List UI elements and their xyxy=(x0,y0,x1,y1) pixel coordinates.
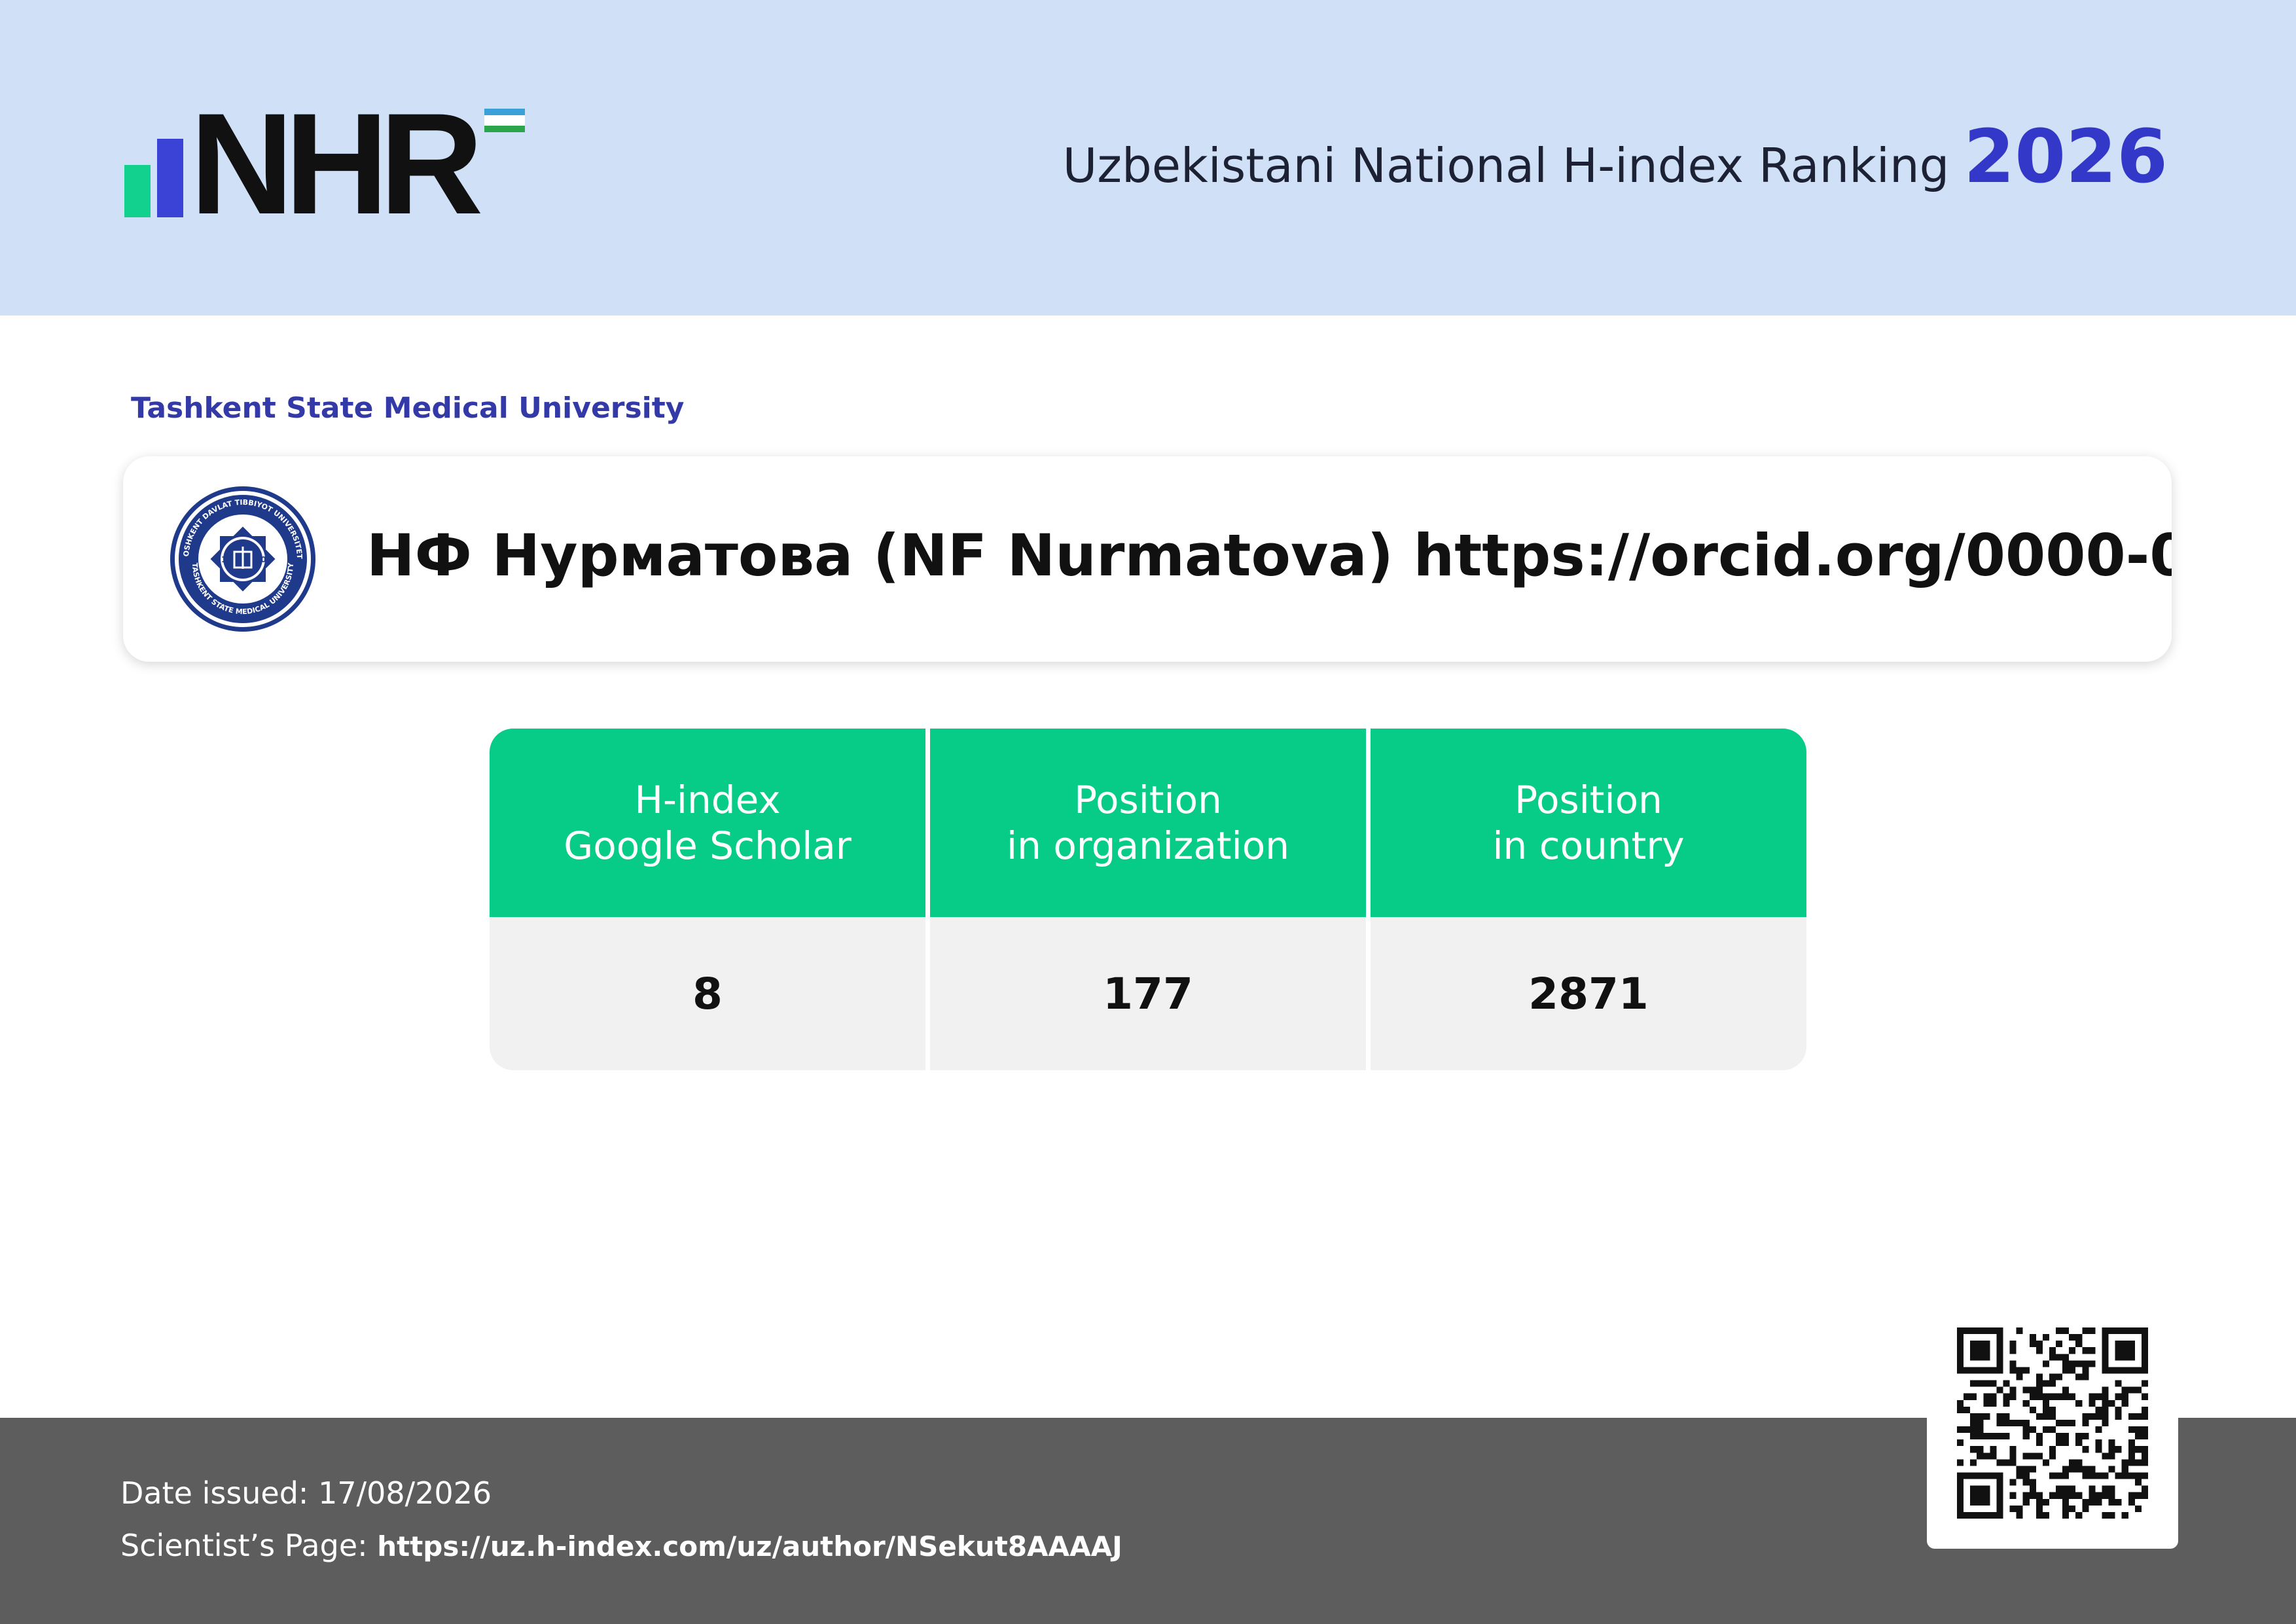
date-issued: Date issued: 17/08/2026 xyxy=(120,1475,492,1511)
university-seal-icon: TOSHKENT DAVLAT TIBBIYOT UNIVERSITETI TA… xyxy=(169,485,315,632)
stat-value: 177 xyxy=(930,917,1366,1070)
ranking-title: Uzbekistani National H-index Ranking xyxy=(1062,138,1950,193)
logo-bar-green xyxy=(124,165,151,217)
stat-position-country: Position in country 2871 xyxy=(1371,729,1806,1070)
scientist-name: НФ Нурматова (NF Nurmatova) https://orci… xyxy=(367,522,2172,589)
header-title: Uzbekistani National H-index Ranking 2026 xyxy=(1063,115,2168,200)
date-label: Date issued: xyxy=(120,1475,319,1511)
scientist-page: Scientist’s Page: https://uz.h-index.com… xyxy=(120,1528,1122,1563)
stat-label-line2: in organization xyxy=(1007,823,1289,868)
logo-bar-blue xyxy=(157,139,183,217)
nhr-logo: NHR xyxy=(124,83,543,244)
header: NHR Uzbekistani National H-index Ranking… xyxy=(0,0,2296,316)
date-value: 17/08/2026 xyxy=(318,1475,492,1511)
scientist-card: TOSHKENT DAVLAT TIBBIYOT UNIVERSITETI TA… xyxy=(123,456,2172,662)
stat-label-line1: H-index xyxy=(634,778,781,822)
logo-text: NHR xyxy=(190,83,484,244)
svg-text:20: 20 xyxy=(255,555,266,564)
stat-label-line2: in country xyxy=(1492,823,1685,868)
stat-value: 2871 xyxy=(1371,917,1806,1070)
stat-position-organization: Position in organization 177 xyxy=(930,729,1366,1070)
page-label: Scientist’s Page: xyxy=(120,1528,378,1563)
stat-label-line2: Google Scholar xyxy=(564,823,852,868)
stat-header: H-index Google Scholar xyxy=(490,729,925,917)
scientist-page-link[interactable]: https://uz.h-index.com/uz/author/NSekut8… xyxy=(377,1530,1122,1562)
svg-text:19: 19 xyxy=(221,555,232,564)
stat-label-line1: Position xyxy=(1515,778,1662,822)
ranking-year: 2026 xyxy=(1964,115,2168,200)
organization-name: Tashkent State Medical University xyxy=(131,391,685,425)
stat-value: 8 xyxy=(490,917,925,1070)
stat-header: Position in organization xyxy=(930,729,1366,917)
stat-label-line1: Position xyxy=(1074,778,1222,822)
qr-code-icon[interactable] xyxy=(1957,1327,2148,1519)
uzbekistan-flag-icon xyxy=(484,109,525,132)
qr-card xyxy=(1927,1297,2178,1549)
stats-table: H-index Google Scholar 8 Position in org… xyxy=(490,729,1806,1070)
stat-h-index: H-index Google Scholar 8 xyxy=(490,729,925,1070)
stat-header: Position in country xyxy=(1371,729,1806,917)
